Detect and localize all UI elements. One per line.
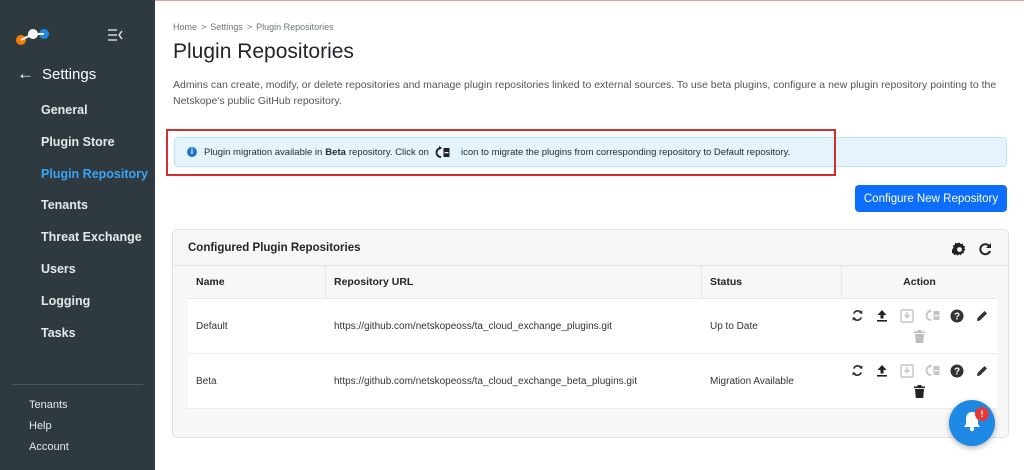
row-actions: ? xyxy=(842,362,997,401)
download-icon xyxy=(898,362,916,380)
sync-icon[interactable] xyxy=(848,307,866,325)
upload-icon[interactable] xyxy=(873,362,891,380)
upload-icon[interactable] xyxy=(873,307,891,325)
settings-nav: General Plugin Store Plugin Repository T… xyxy=(0,98,155,352)
notifications-button[interactable] xyxy=(949,400,995,446)
sidebar-item-users[interactable]: Users xyxy=(0,257,155,289)
col-header-status: Status xyxy=(702,265,842,299)
sidebar-item-tenants[interactable]: Tenants xyxy=(0,193,155,225)
logo-icon[interactable] xyxy=(14,26,52,53)
help-icon[interactable]: ? xyxy=(948,307,966,325)
trash-icon xyxy=(911,328,929,346)
sidebar-item-plugin-repository[interactable]: Plugin Repository xyxy=(0,162,155,194)
main-content: Home > Settings > Plugin Repositories Plugin… xyxy=(155,0,1024,470)
configured-repositories-card: Configured Plugin Repositories Name Repo… xyxy=(172,229,1009,438)
svg-text:?: ? xyxy=(954,311,960,322)
configure-new-repository-button[interactable]: Configure New Repository xyxy=(855,185,1007,212)
card-tools xyxy=(950,240,994,258)
repo-status: Migration Available xyxy=(710,375,794,387)
breadcrumb: Home > Settings > Plugin Repositories xyxy=(173,22,334,32)
edit-pencil-icon[interactable] xyxy=(973,362,991,380)
sidebar-item-tasks[interactable]: Tasks xyxy=(0,321,155,353)
migrate-icon xyxy=(923,362,941,380)
table-row: Beta https://github.com/netskopeoss/ta_c… xyxy=(188,354,997,409)
sidebar-link-account[interactable]: Account xyxy=(29,439,69,460)
sidebar-item-logging[interactable]: Logging xyxy=(0,289,155,321)
refresh-icon[interactable] xyxy=(976,240,994,258)
breadcrumb-separator: > xyxy=(246,22,253,32)
col-header-action: Action xyxy=(903,275,936,288)
repo-url: https://github.com/netskopeoss/ta_cloud_… xyxy=(334,375,637,387)
page-description: Admins can create, modify, or delete rep… xyxy=(173,79,997,107)
back-to-settings[interactable]: ← Settings xyxy=(17,64,96,84)
breadcrumb-home[interactable]: Home xyxy=(173,22,197,32)
page-title: Plugin Repositories xyxy=(173,40,354,63)
card-title: Configured Plugin Repositories xyxy=(173,230,1008,266)
repo-url: https://github.com/netskopeoss/ta_cloud_… xyxy=(334,320,612,332)
back-arrow-icon: ← xyxy=(17,64,34,83)
sidebar-item-threat-exchange[interactable]: Threat Exchange xyxy=(0,225,155,257)
row-actions: ? xyxy=(842,307,997,346)
migrate-icon xyxy=(923,307,941,325)
sidebar-link-help[interactable]: Help xyxy=(29,418,69,439)
menu-collapse-icon[interactable] xyxy=(107,28,123,47)
table-row: Default https://github.com/netskopeoss/t… xyxy=(188,299,997,354)
download-icon xyxy=(898,307,916,325)
sidebar-link-tenants[interactable]: Tenants xyxy=(29,397,69,418)
repositories-table: Name Repository URL Status Action Defaul… xyxy=(188,265,997,409)
trash-icon[interactable] xyxy=(911,383,929,401)
sidebar-bottom-links: Tenants Help Account xyxy=(29,397,69,460)
table-header: Name Repository URL Status Action xyxy=(188,265,997,299)
sidebar: ← Settings General Plugin Store Plugin R… xyxy=(0,0,155,470)
repo-name: Default xyxy=(196,320,228,332)
sync-icon[interactable] xyxy=(848,362,866,380)
breadcrumb-settings[interactable]: Settings xyxy=(210,22,243,32)
repo-status: Up to Date xyxy=(710,320,758,332)
edit-pencil-icon[interactable] xyxy=(973,307,991,325)
col-header-name: Name xyxy=(188,265,326,299)
settings-gear-icon[interactable] xyxy=(950,240,968,258)
sidebar-item-plugin-store[interactable]: Plugin Store xyxy=(0,130,155,162)
sidebar-item-general[interactable]: General xyxy=(0,98,155,130)
svg-text:?: ? xyxy=(954,366,960,377)
breadcrumb-separator: > xyxy=(201,22,207,32)
sidebar-divider xyxy=(12,384,143,385)
col-header-url: Repository URL xyxy=(326,265,702,299)
help-icon[interactable]: ? xyxy=(948,362,966,380)
notification-badge: ! xyxy=(975,407,989,421)
breadcrumb-current: Plugin Repositories xyxy=(256,22,334,32)
annotation-highlight-box xyxy=(166,129,836,176)
repo-name: Beta xyxy=(196,375,217,387)
settings-heading: Settings xyxy=(42,65,97,83)
